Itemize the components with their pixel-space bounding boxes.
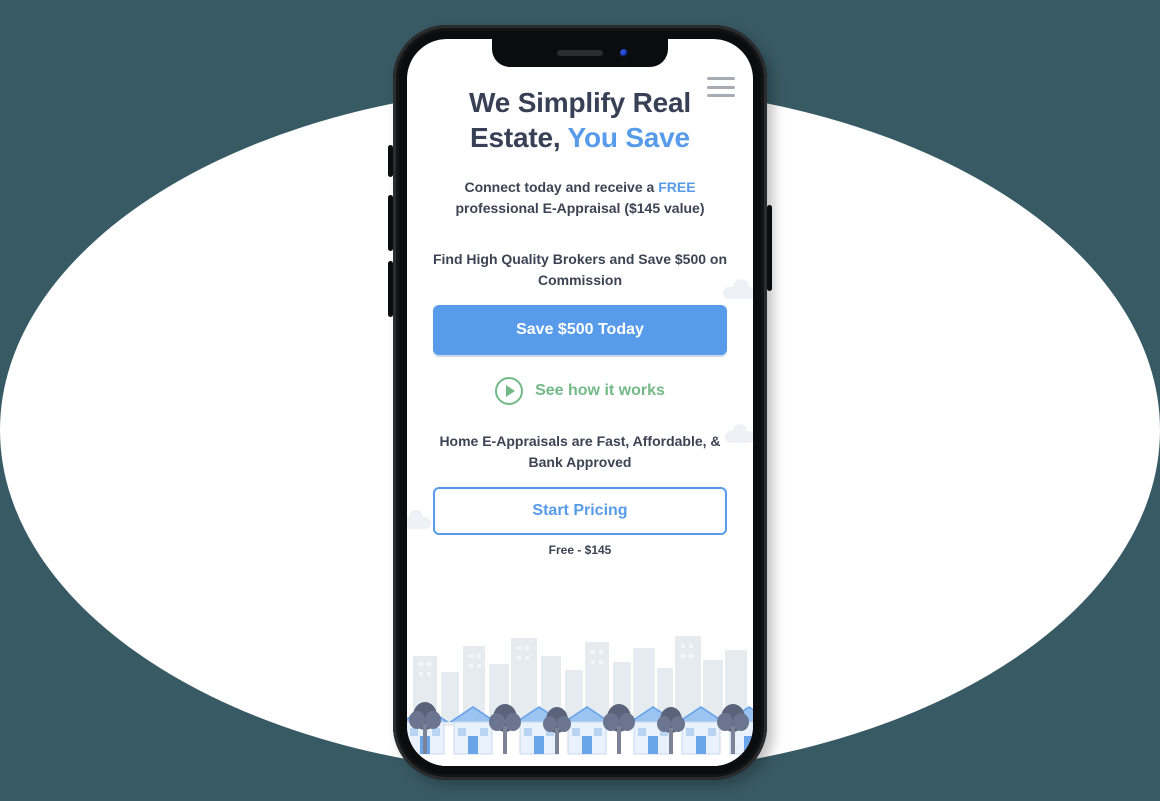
menu-button[interactable] — [707, 77, 735, 97]
headline-accent: You Save — [568, 122, 690, 153]
subheadline: Connect today and receive a FREE profess… — [427, 177, 733, 219]
phone-notch — [492, 39, 668, 67]
video-link-label: See how it works — [535, 382, 665, 400]
play-icon — [495, 377, 523, 405]
hamburger-icon — [707, 77, 735, 80]
price-label: Free - $145 — [549, 543, 612, 557]
phone-screen: We Simplify Real Estate, You Save Connec… — [407, 39, 753, 766]
page-title: We Simplify Real Estate, You Save — [427, 85, 733, 155]
save-today-button[interactable]: Save $500 Today — [433, 305, 727, 355]
broker-teaser: Find High Quality Brokers and Save $500 … — [427, 249, 733, 291]
free-badge: FREE — [658, 179, 695, 195]
phone-mockup: We Simplify Real Estate, You Save Connec… — [393, 25, 767, 780]
how-it-works-link[interactable]: See how it works — [495, 377, 665, 405]
appraisal-teaser: Home E-Appraisals are Fast, Affordable, … — [427, 431, 733, 473]
start-pricing-button[interactable]: Start Pricing — [433, 487, 727, 535]
